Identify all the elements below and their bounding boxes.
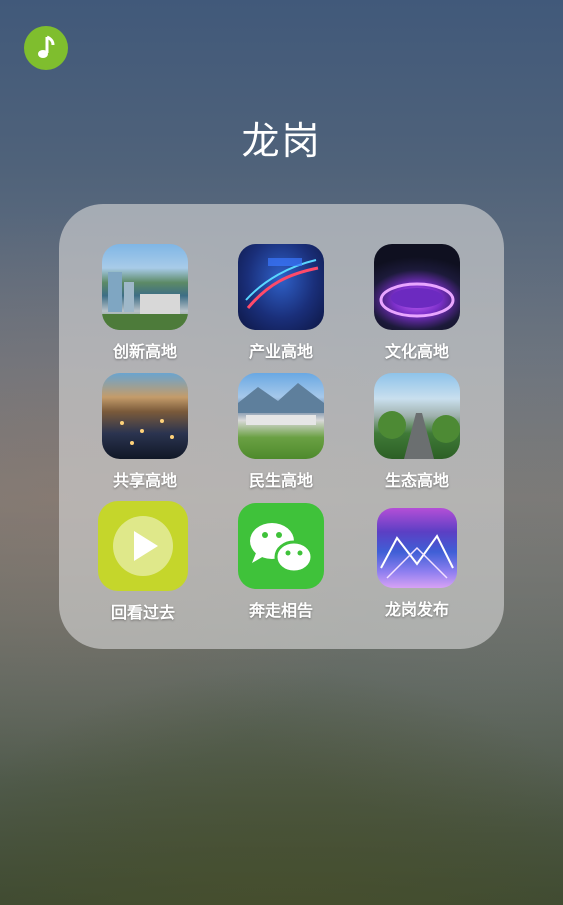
app-chuangxin[interactable]: 创新高地: [90, 244, 200, 362]
city-skyline-icon: [102, 244, 188, 330]
music-note-icon: [38, 35, 55, 58]
stadium-icon: [374, 244, 460, 330]
app-label: 龙岗发布: [384, 600, 449, 619]
app-minsheng[interactable]: 民生高地: [226, 373, 336, 491]
wechat-icon: [238, 503, 324, 589]
app-label: 回看过去: [110, 603, 175, 622]
corridor-map-icon: [238, 244, 324, 330]
app-gongxiang[interactable]: 共享高地: [90, 373, 200, 491]
night-city-icon: [102, 373, 188, 459]
app-wenhua[interactable]: 文化高地: [362, 244, 472, 362]
app-folder: 创新高地 产业高地 文化高地 共享高地 民生高地 生态高地 回看过去 奔走相告 …: [59, 204, 504, 649]
app-chanye[interactable]: 产业高地: [226, 244, 336, 362]
green-city-icon: [238, 373, 324, 459]
app-huikan[interactable]: 回看过去: [88, 501, 198, 623]
app-label: 共享高地: [112, 471, 177, 490]
app-label: 产业高地: [248, 342, 313, 361]
app-benzou[interactable]: 奔走相告: [226, 503, 336, 621]
app-label: 奔走相告: [248, 601, 313, 620]
folder-title: 龙岗: [241, 119, 322, 163]
play-video-icon: [98, 501, 188, 591]
app-label: 民生高地: [248, 471, 313, 490]
app-label: 生态高地: [384, 471, 449, 490]
app-label: 创新高地: [112, 342, 177, 361]
app-shengtai[interactable]: 生态高地: [362, 373, 472, 491]
app-fabu[interactable]: 龙岗发布: [362, 508, 472, 620]
light-sculpture-icon: [377, 508, 457, 588]
app-label: 文化高地: [384, 342, 449, 361]
tree-lined-road-icon: [374, 373, 460, 459]
music-button[interactable]: [24, 26, 68, 70]
